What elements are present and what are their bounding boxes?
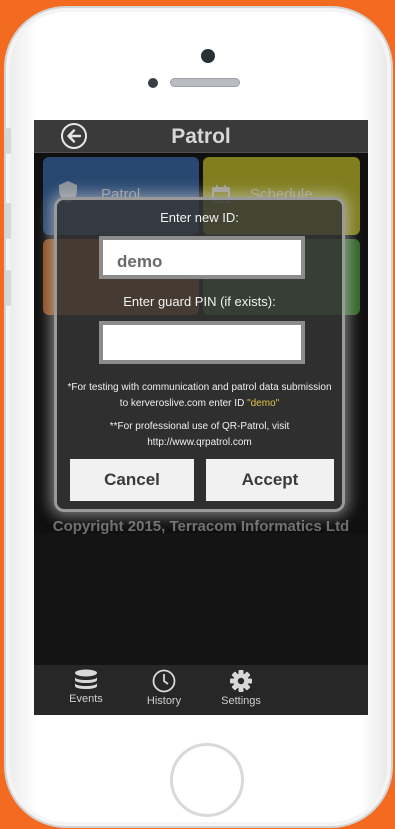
id-input[interactable] xyxy=(99,236,305,279)
id-field-label: Enter new ID: xyxy=(160,210,239,225)
volume-up-button xyxy=(6,203,11,239)
tab-history-label: History xyxy=(146,695,182,707)
front-camera xyxy=(201,49,215,63)
copyright-text: Copyright 2015, Terracom Informatics Ltd xyxy=(52,518,350,535)
pin-input[interactable] xyxy=(99,321,305,364)
tab-events-label: Events xyxy=(69,693,103,705)
proximity-sensor xyxy=(148,78,158,88)
mute-switch xyxy=(6,128,11,154)
page-title: Patrol xyxy=(171,125,231,148)
tab-settings[interactable]: Settings xyxy=(211,669,271,707)
tab-settings-label: Settings xyxy=(221,695,261,707)
demo-id-highlight: "demo" xyxy=(247,398,280,409)
database-icon xyxy=(75,669,97,689)
gear-icon xyxy=(230,670,252,692)
volume-down-button xyxy=(6,270,11,306)
clock-icon xyxy=(152,669,176,693)
tab-events[interactable]: Events xyxy=(56,669,116,705)
tab-history[interactable]: History xyxy=(134,669,194,707)
earpiece-speaker xyxy=(170,78,240,87)
header-bar: Patrol xyxy=(34,120,368,153)
accept-button[interactable]: Accept xyxy=(206,459,334,501)
change-id-dialog: Enter new ID: Enter guard PIN (if exists… xyxy=(54,197,345,512)
professional-use-note: **For professional use of QR-Patrol, vis… xyxy=(109,421,290,448)
cancel-button[interactable]: Cancel xyxy=(70,459,194,501)
testing-note: *For testing with communication and patr… xyxy=(65,380,334,412)
home-button[interactable] xyxy=(170,743,244,817)
pin-field-label: Enter guard PIN (if exists): xyxy=(123,294,276,309)
testing-note-text: *For testing with communication and patr… xyxy=(67,382,332,409)
bottom-tab-bar: Events History Settings xyxy=(34,665,368,715)
